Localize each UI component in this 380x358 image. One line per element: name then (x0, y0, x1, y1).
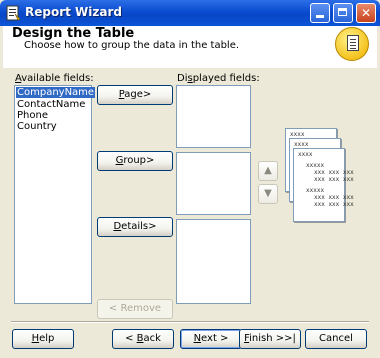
group-button[interactable]: Group> (97, 151, 173, 171)
details-fields-list[interactable] (176, 219, 251, 304)
back-button[interactable]: < Back (112, 329, 174, 349)
arrow-up-icon: ▲ (264, 165, 272, 176)
list-item[interactable]: ContactName (15, 99, 91, 110)
displayed-fields-label: Displayed fields: (177, 73, 260, 84)
close-button[interactable]: ✕ (356, 3, 376, 23)
move-down-button[interactable]: ▼ (258, 184, 278, 204)
next-button[interactable]: Next > (180, 329, 242, 349)
maximize-button[interactable] (333, 3, 353, 23)
title-bar[interactable]: Report Wizard ✕ (0, 0, 380, 26)
cancel-button[interactable]: Cancel (305, 329, 367, 349)
finish-button[interactable]: Finish >>| (239, 329, 301, 349)
wizard-header: Design the Table Choose how to group the… (3, 26, 377, 69)
available-fields-list[interactable]: CompanyName ContactName Phone Country (14, 85, 96, 304)
window-title: Report Wizard (25, 5, 122, 19)
move-up-button[interactable]: ▲ (258, 161, 278, 181)
page-subtitle: Choose how to group the data in the tabl… (24, 40, 240, 51)
minimize-icon (316, 15, 324, 18)
wizard-graphic-icon (335, 27, 369, 61)
page-button[interactable]: Page> (97, 85, 173, 105)
maximize-icon (338, 8, 347, 16)
help-button[interactable]: Help (12, 329, 74, 349)
wizard-body: Available fields: CompanyName ContactNam… (3, 68, 377, 355)
page-fields-list[interactable] (176, 85, 251, 148)
preview-page-3: xxxx xxxxx xxx xxx xxx xxx xxx xxx xxxxx… (293, 148, 354, 222)
list-item[interactable]: Country (15, 121, 91, 132)
available-fields-label: Available fields: (15, 73, 94, 84)
close-icon: ✕ (360, 6, 372, 20)
footer-divider (11, 321, 369, 323)
group-fields-list[interactable] (176, 152, 251, 215)
page-title: Design the Table (12, 26, 135, 41)
list-item[interactable]: Phone (15, 110, 91, 121)
details-button[interactable]: Details> (97, 217, 173, 237)
list-item[interactable]: CompanyName (16, 87, 96, 98)
arrow-down-icon: ▼ (264, 188, 272, 199)
remove-button[interactable]: < Remove (97, 299, 173, 319)
report-wizard-icon (6, 5, 21, 21)
minimize-button[interactable] (310, 3, 330, 23)
